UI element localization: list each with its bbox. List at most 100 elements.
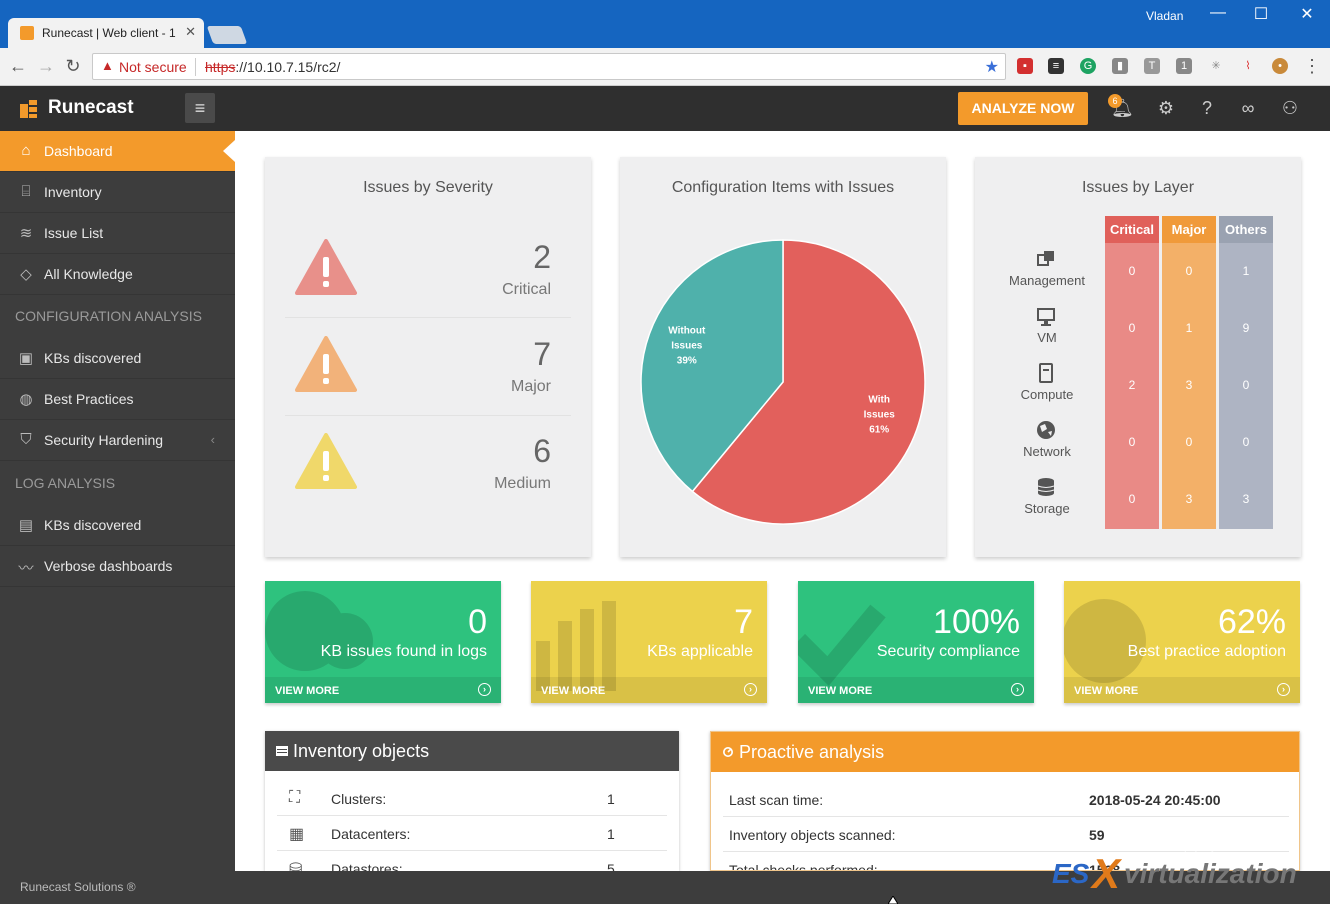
extension-layers-icon[interactable]: ≡ [1048, 58, 1064, 74]
network-icon [1037, 421, 1055, 439]
address-bar[interactable]: ▲ Not secure https://10.10.7.15/rc2/ ★ [92, 53, 1006, 80]
tile-label: Best practice adoption [1127, 643, 1286, 660]
layer-value[interactable]: 3 [1162, 492, 1216, 506]
arrow-circle-icon: › [478, 683, 491, 696]
layer-column-others[interactable]: Others 1 9 0 0 3 [1219, 216, 1273, 529]
sidebar-item-issue-list[interactable]: ≋ Issue List [0, 213, 235, 254]
extension-snow-icon[interactable]: ✳ [1208, 58, 1224, 74]
runecast-logo-icon [20, 100, 37, 118]
layer-value[interactable]: 0 [1162, 435, 1216, 449]
row-value: 59 [1089, 827, 1105, 843]
reload-icon[interactable]: ↻ [63, 56, 83, 77]
config-items-card[interactable]: Configuration Items with Issues With Issu… [620, 157, 946, 557]
hamburger-menu-icon[interactable]: ≡ [185, 93, 215, 123]
row-label: Datacenters: [331, 826, 411, 842]
new-tab-button[interactable] [206, 26, 248, 44]
view-more-link[interactable]: VIEW MORE › [798, 677, 1034, 703]
layer-value[interactable]: 3 [1162, 378, 1216, 392]
sidebar-item-verbose-dashboards[interactable]: 〰 Verbose dashboards [0, 546, 235, 587]
layer-value[interactable]: 9 [1219, 321, 1273, 335]
column-header-others: Others [1219, 216, 1273, 243]
extension-icon-1[interactable]: ▪ [1017, 58, 1033, 74]
back-icon[interactable]: ← [8, 56, 28, 77]
gear-icon[interactable]: ⚙ [1155, 97, 1177, 119]
bookmark-star-icon[interactable]: ★ [985, 57, 999, 77]
extension-icon-4[interactable]: ▮ [1112, 58, 1128, 74]
severity-row-critical[interactable]: 2 Critical [265, 239, 591, 335]
section-log-analysis: LOG ANALYSIS [15, 475, 116, 491]
user-icon[interactable]: ⚇ [1279, 97, 1301, 119]
layer-column-major[interactable]: Major 0 1 3 0 3 [1162, 216, 1216, 529]
extension-chart-icon[interactable]: ⌇ [1240, 58, 1256, 74]
row-value: 1 [607, 826, 615, 842]
pie-chart[interactable]: With Issues 61%Without Issues 39% [620, 207, 946, 547]
table-row[interactable]: ▦ Datacenters: 1 [277, 816, 667, 851]
tile-best-practice-adoption[interactable]: 62% Best practice adoption VIEW MORE › [1064, 581, 1300, 703]
layer-label-storage: Storage [1024, 501, 1070, 516]
row-label: Datastores: [331, 861, 403, 871]
sidebar-item-all-knowledge[interactable]: ◇ All Knowledge [0, 254, 235, 295]
link-icon[interactable]: ∞ [1237, 97, 1259, 119]
layer-value[interactable]: 3 [1219, 492, 1273, 506]
divider [285, 317, 571, 318]
browser-tab[interactable]: Runecast | Web client - 1 ✕ [8, 18, 204, 48]
building-icon: ▦ [289, 826, 305, 843]
row-label: Clusters: [331, 791, 387, 807]
diamond-icon: ◇ [20, 266, 32, 283]
layer-value[interactable]: 0 [1105, 264, 1159, 278]
extension-cookie-icon[interactable]: • [1272, 58, 1288, 74]
layer-value[interactable]: 0 [1219, 378, 1273, 392]
help-icon[interactable]: ? [1196, 97, 1218, 119]
severity-count: 7 [533, 336, 551, 372]
browser-toolbar: ← → ↻ ▲ Not secure https://10.10.7.15/rc… [0, 48, 1330, 86]
sidebar-item-label: KBs discovered [44, 517, 142, 533]
maximize-icon[interactable]: ☐ [1246, 4, 1276, 24]
tile-security-compliance[interactable]: 100% Security compliance VIEW MORE › [798, 581, 1034, 703]
browser-user[interactable]: Vladan [1146, 9, 1183, 23]
sidebar-item-dashboard[interactable]: ⌂ Dashboard [0, 131, 235, 172]
extension-grammarly-icon[interactable]: G [1080, 58, 1096, 74]
inventory-objects-panel: Inventory objects ⛶ Clusters: 1 ▦ Datace… [265, 731, 679, 871]
sidebar-item-log-kbs[interactable]: ▤ KBs discovered [0, 505, 235, 546]
extension-t-icon[interactable]: T [1144, 58, 1160, 74]
tab-close-icon[interactable]: ✕ [185, 24, 196, 40]
layer-value[interactable]: 1 [1219, 264, 1273, 278]
close-window-icon[interactable]: ✕ [1292, 4, 1322, 24]
layer-value[interactable]: 0 [1105, 321, 1159, 335]
table-row: Last scan time: 2018-05-24 20:45:00 [723, 782, 1289, 817]
layer-value[interactable]: 0 [1162, 264, 1216, 278]
layer-value[interactable]: 2 [1105, 378, 1159, 392]
trend-icon: 〰 [18, 560, 34, 577]
table-row[interactable]: ⛁ Datastores: 5 [277, 851, 667, 871]
sidebar-item-security-hardening[interactable]: ⛉ Security Hardening ‹ [0, 420, 235, 461]
issues-by-severity-card[interactable]: Issues by Severity 2 Critical 7 Major 6 [265, 157, 591, 557]
chevron-left-icon: ‹ [210, 432, 215, 447]
view-more-link[interactable]: VIEW MORE › [1064, 677, 1300, 703]
view-more-link[interactable]: VIEW MORE › [265, 677, 501, 703]
severity-row-medium[interactable]: 6 Medium [265, 433, 591, 529]
layer-label-compute: Compute [1020, 387, 1074, 402]
view-more-link[interactable]: VIEW MORE › [531, 677, 767, 703]
layer-value[interactable]: 0 [1105, 492, 1159, 506]
layer-value[interactable]: 1 [1162, 321, 1216, 335]
sidebar-item-inventory[interactable]: ⌸ Inventory [0, 172, 235, 213]
row-value: 1 [607, 791, 615, 807]
forward-icon[interactable]: → [36, 56, 56, 77]
minimize-icon[interactable]: — [1203, 4, 1233, 22]
issues-by-layer-card[interactable]: Issues by Layer Critical 0 0 2 0 0 Major… [975, 157, 1301, 557]
table-row[interactable]: ⛶ Clusters: 1 [277, 781, 667, 816]
sidebar-item-label: Issue List [44, 225, 104, 241]
analyze-now-button[interactable]: ANALYZE NOW [958, 92, 1088, 125]
vm-icon [1037, 308, 1055, 326]
layer-value[interactable]: 0 [1219, 435, 1273, 449]
browser-menu-icon[interactable]: ⋮ [1302, 56, 1322, 77]
extension-icon-6[interactable]: 1 [1176, 58, 1192, 74]
sidebar-item-config-kbs[interactable]: ▣ KBs discovered [0, 338, 235, 379]
severity-row-major[interactable]: 7 Major [265, 336, 591, 432]
sidebar-item-best-practices[interactable]: ◍ Best Practices [0, 379, 235, 420]
tile-kbs-applicable[interactable]: 7 KBs applicable VIEW MORE › [531, 581, 767, 703]
panel-header: Inventory objects [265, 731, 679, 771]
tile-kb-issues-logs[interactable]: 0 KB issues found in logs VIEW MORE › [265, 581, 501, 703]
layer-column-critical[interactable]: Critical 0 0 2 0 0 [1105, 216, 1159, 529]
layer-value[interactable]: 0 [1105, 435, 1159, 449]
